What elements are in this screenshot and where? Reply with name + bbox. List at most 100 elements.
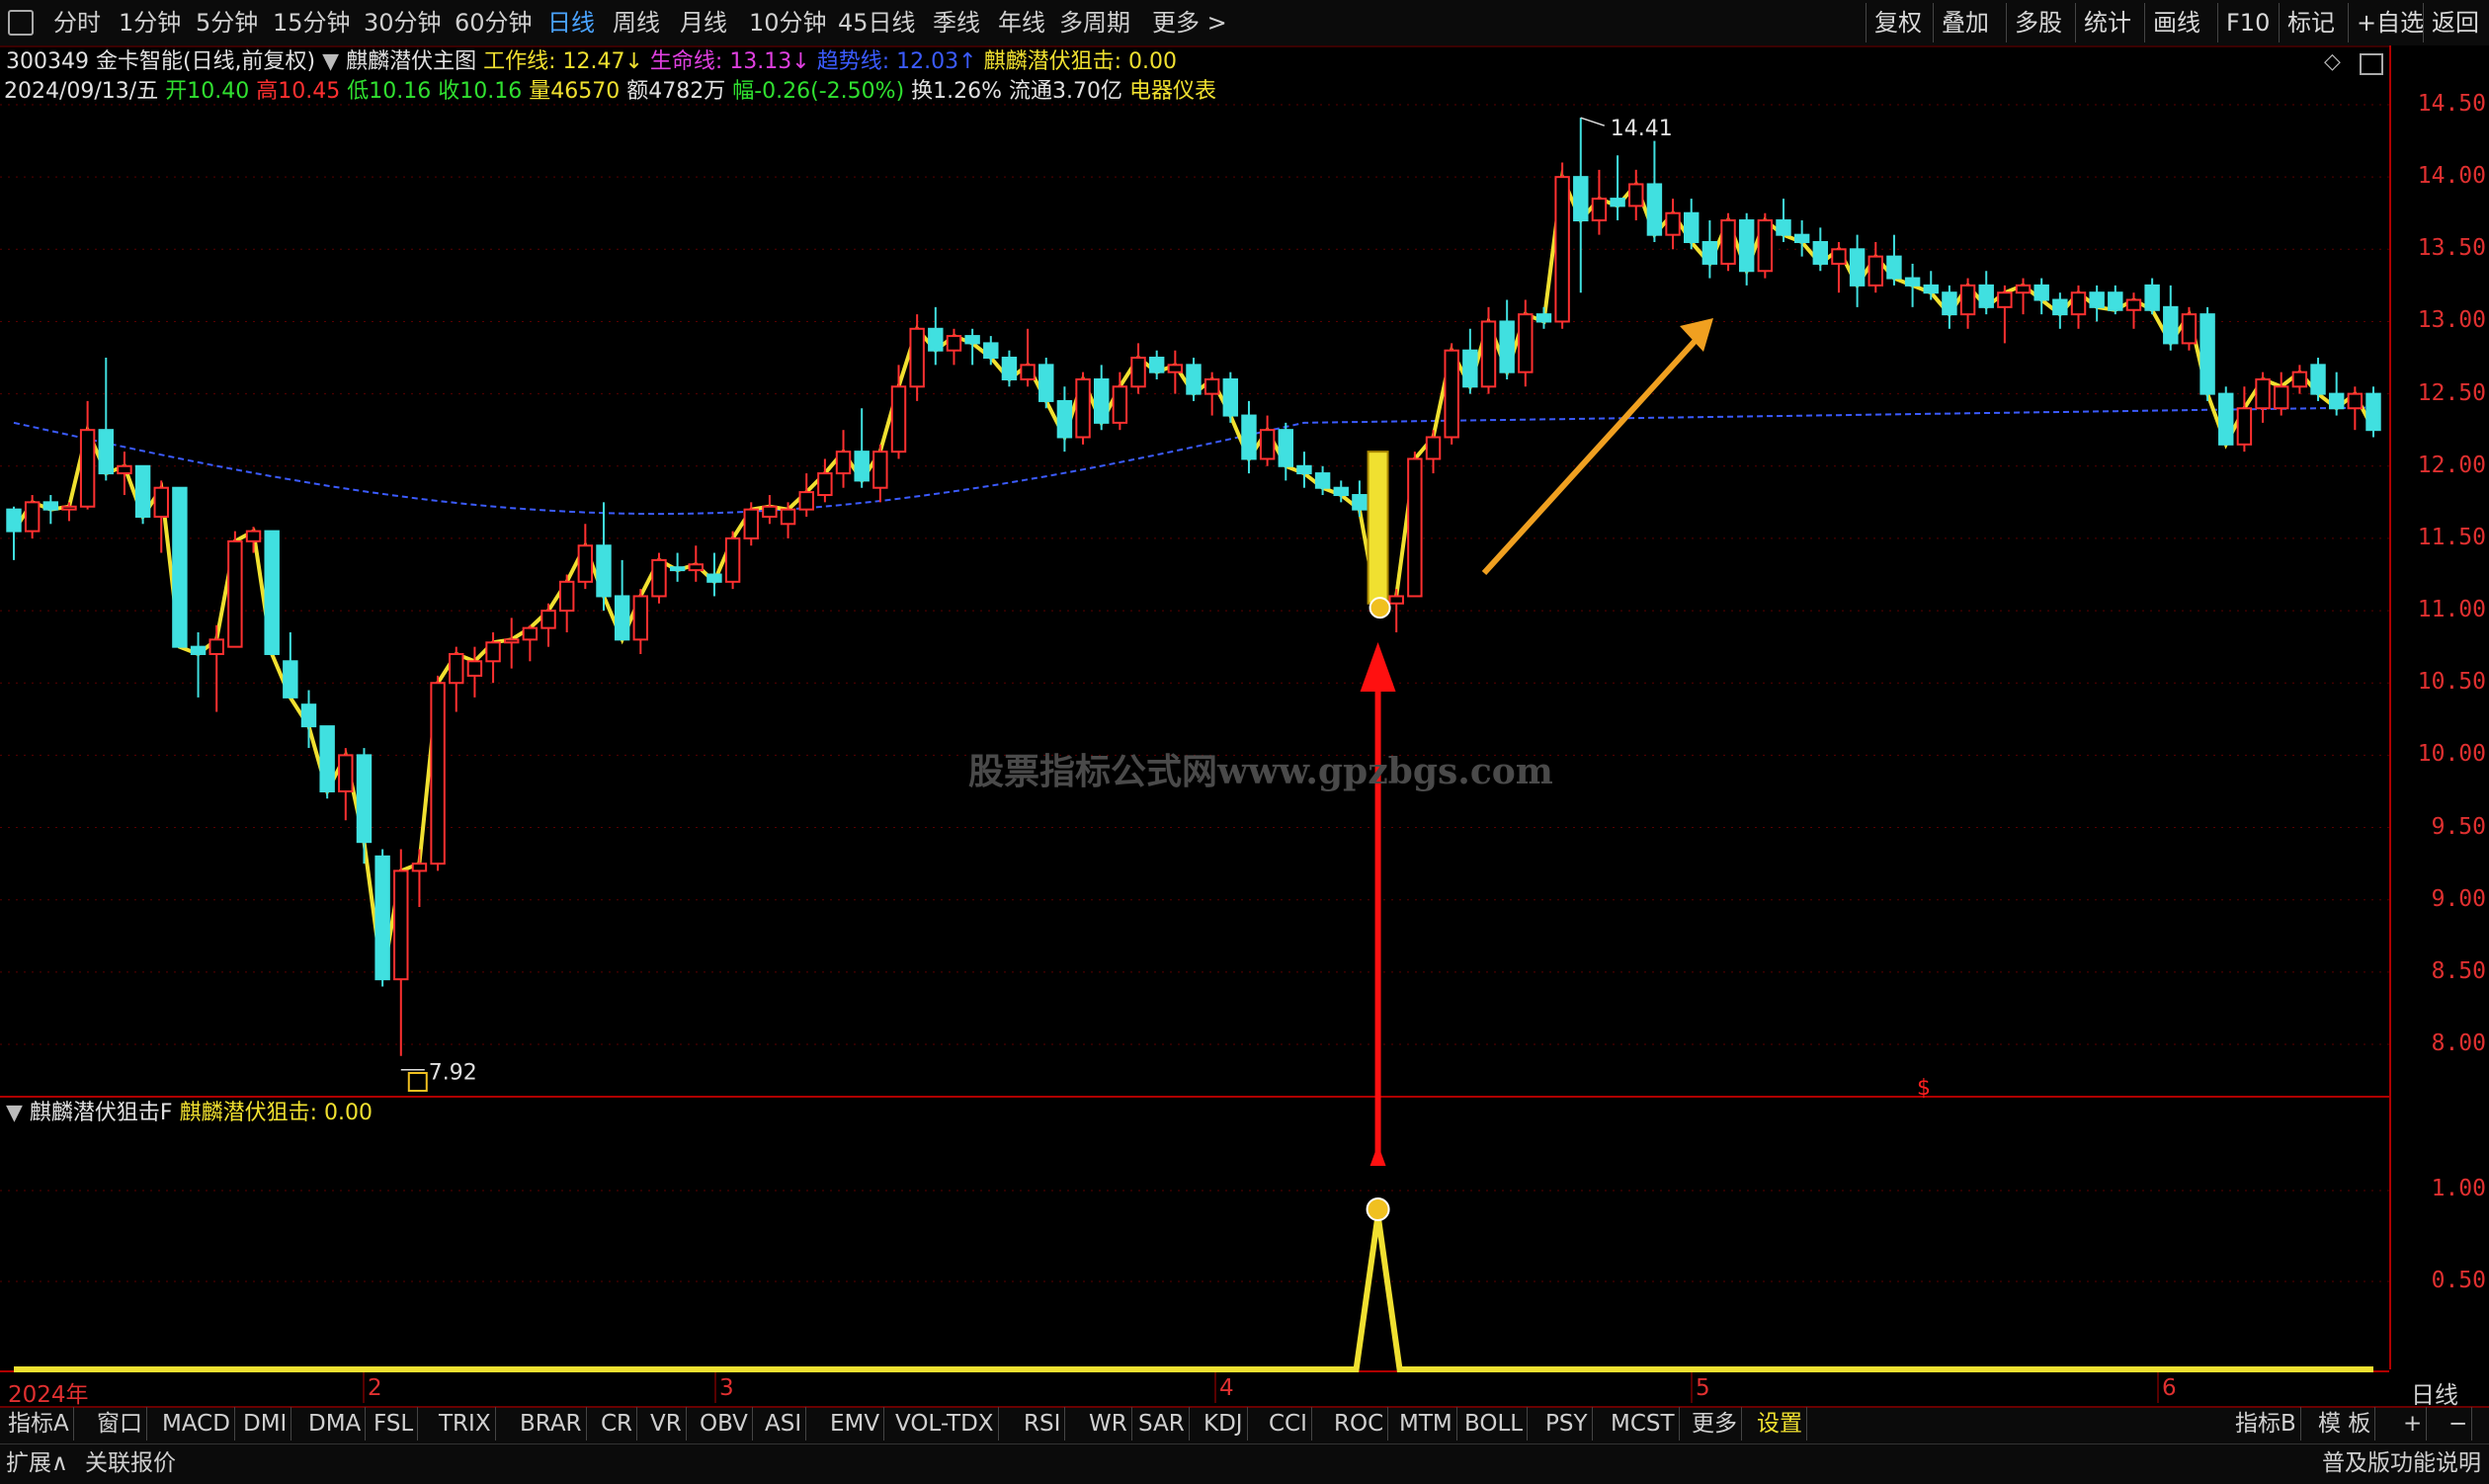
candle-body <box>817 472 833 497</box>
candle-body <box>338 754 354 792</box>
low-value: 10.16 <box>369 79 432 104</box>
arrow-head <box>1360 642 1396 692</box>
indicator-tab[interactable]: EMV <box>826 1407 885 1441</box>
x-axis-month: 2 <box>368 1375 382 1401</box>
candle-body <box>1314 472 1331 489</box>
indicator-tab[interactable]: MTM <box>1395 1407 1457 1441</box>
indicator-tab[interactable]: MCST <box>1607 1407 1680 1441</box>
candle-body <box>1867 255 1883 287</box>
sub-axis-tick: 0.50 <box>2431 1268 2486 1293</box>
indicator-tab[interactable]: DMA <box>304 1407 367 1441</box>
candle-body <box>2218 392 2234 446</box>
signal-bar <box>1367 451 1389 605</box>
candle-body <box>1573 176 1589 222</box>
open-label: 开 <box>165 79 188 104</box>
candle-body <box>1259 429 1276 460</box>
price-tick: 10.00 <box>2417 741 2486 768</box>
expand-button[interactable]: 扩展∧ <box>6 1445 68 1481</box>
indicator-tab[interactable]: ROC <box>1330 1407 1389 1441</box>
stock-symbol[interactable]: 300349 金卡智能(日线,前复权) <box>6 49 315 74</box>
panel-toggle-icon[interactable] <box>2360 53 2383 75</box>
indicator-right-button[interactable]: − <box>2445 1407 2473 1441</box>
sub-dropdown-icon[interactable]: ▼ <box>6 1101 23 1125</box>
candle-body <box>1942 291 1957 316</box>
low-box-icon <box>407 1072 428 1092</box>
high-value: 10.45 <box>278 79 341 104</box>
candle-body <box>1112 385 1128 424</box>
candle-body <box>1333 486 1349 497</box>
candle-body <box>1904 277 1921 287</box>
candle-body <box>227 539 243 648</box>
work-line-label: 工作线: <box>483 49 563 74</box>
indicator-tab[interactable]: DMI <box>239 1407 292 1441</box>
indicator-tab[interactable]: 指标A <box>4 1407 74 1441</box>
candle-body <box>393 869 409 981</box>
candle-body <box>1038 364 1054 402</box>
indicator-tab[interactable]: SAR <box>1134 1407 1190 1441</box>
trend-line-value: 12.03↑ <box>896 49 977 74</box>
dropdown-circle-icon[interactable]: ▼ <box>322 49 339 74</box>
close-value: 10.16 <box>459 79 523 104</box>
candle-body <box>24 501 41 533</box>
kline-chart[interactable]: 14.41 7.92 $ <box>0 0 2489 1483</box>
indicator-tab[interactable]: BOLL <box>1460 1407 1529 1441</box>
candle-body <box>964 335 980 345</box>
indicator-tab[interactable]: 窗口 <box>93 1407 147 1441</box>
candle-body <box>1886 255 1902 280</box>
indicator-tab[interactable]: ASI <box>761 1407 807 1441</box>
candle-body <box>1591 198 1608 222</box>
indicator-tab[interactable]: MACD <box>158 1407 235 1441</box>
x-axis-period[interactable]: 日线 <box>2411 1375 2458 1410</box>
candle-body <box>724 536 741 583</box>
candle-body <box>854 451 870 482</box>
indicator-tab[interactable]: 更多 <box>1688 1407 1742 1441</box>
candle-body <box>449 652 464 685</box>
candle-body <box>1388 595 1404 605</box>
price-tick: 13.50 <box>2417 235 2486 262</box>
float-cap-value: 流通3.70亿 <box>1009 79 1123 104</box>
indicator-tab[interactable]: OBV <box>696 1407 753 1441</box>
candle-body <box>1094 377 1110 424</box>
high-label: 14.41 <box>1611 117 1673 141</box>
price-tick: 12.00 <box>2417 452 2486 478</box>
sub-panel-title[interactable]: 麒麟潜伏狙击F <box>30 1101 173 1125</box>
candle-body <box>890 385 907 453</box>
indicator-tab[interactable]: WR <box>1085 1407 1132 1441</box>
edition-info[interactable]: 普及版功能说明 <box>2322 1445 2481 1481</box>
indicator-tab[interactable]: KDJ <box>1200 1407 1248 1441</box>
indicator-tab[interactable]: 设置 <box>1753 1407 1807 1441</box>
indicator-right-button[interactable]: + <box>2399 1407 2428 1441</box>
candle-body <box>1444 349 1459 439</box>
candle-body <box>2052 298 2068 316</box>
candle-body <box>762 505 778 518</box>
trend-arrow-head <box>1680 318 1713 352</box>
indicator-tab[interactable]: CCI <box>1265 1407 1312 1441</box>
work-line <box>12 169 2375 980</box>
candle-body <box>1701 240 1718 265</box>
candle-body <box>522 626 539 641</box>
indicator-tab[interactable]: RSI <box>1020 1407 1066 1441</box>
related-quote-button[interactable]: 关联报价 <box>85 1445 176 1481</box>
indicator-name[interactable]: 麒麟潜伏主图 <box>346 49 476 74</box>
strike-value: 0.00 <box>1127 49 1177 74</box>
indicator-tab[interactable]: VR <box>646 1407 687 1441</box>
indicator-tab[interactable]: VOL-TDX <box>891 1407 999 1441</box>
indicator-tab[interactable]: FSL <box>370 1407 419 1441</box>
x-axis-month: 3 <box>719 1375 734 1401</box>
indicator-tab[interactable]: CR <box>597 1407 638 1441</box>
sub-axis-tick: 1.00 <box>2431 1176 2486 1201</box>
sector-value[interactable]: 电器仪表 <box>1129 79 1216 104</box>
candle-body <box>1849 248 1866 287</box>
candle-body <box>264 530 280 655</box>
price-tick: 12.50 <box>2417 379 2486 406</box>
candle-body <box>153 486 169 518</box>
price-tick: 14.00 <box>2417 163 2486 190</box>
indicator-tab[interactable]: BRAR <box>516 1407 587 1441</box>
indicator-tab[interactable]: TRIX <box>435 1407 496 1441</box>
indicator-right-button[interactable]: 模 板 <box>2314 1407 2376 1441</box>
indicator-right-button[interactable]: 指标B <box>2231 1407 2301 1441</box>
diamond-icon[interactable]: ◇ <box>2324 49 2341 74</box>
dollar-marker: $ <box>1917 1076 1931 1101</box>
indicator-tab[interactable]: PSY <box>1541 1407 1593 1441</box>
candle-body <box>1407 457 1423 598</box>
